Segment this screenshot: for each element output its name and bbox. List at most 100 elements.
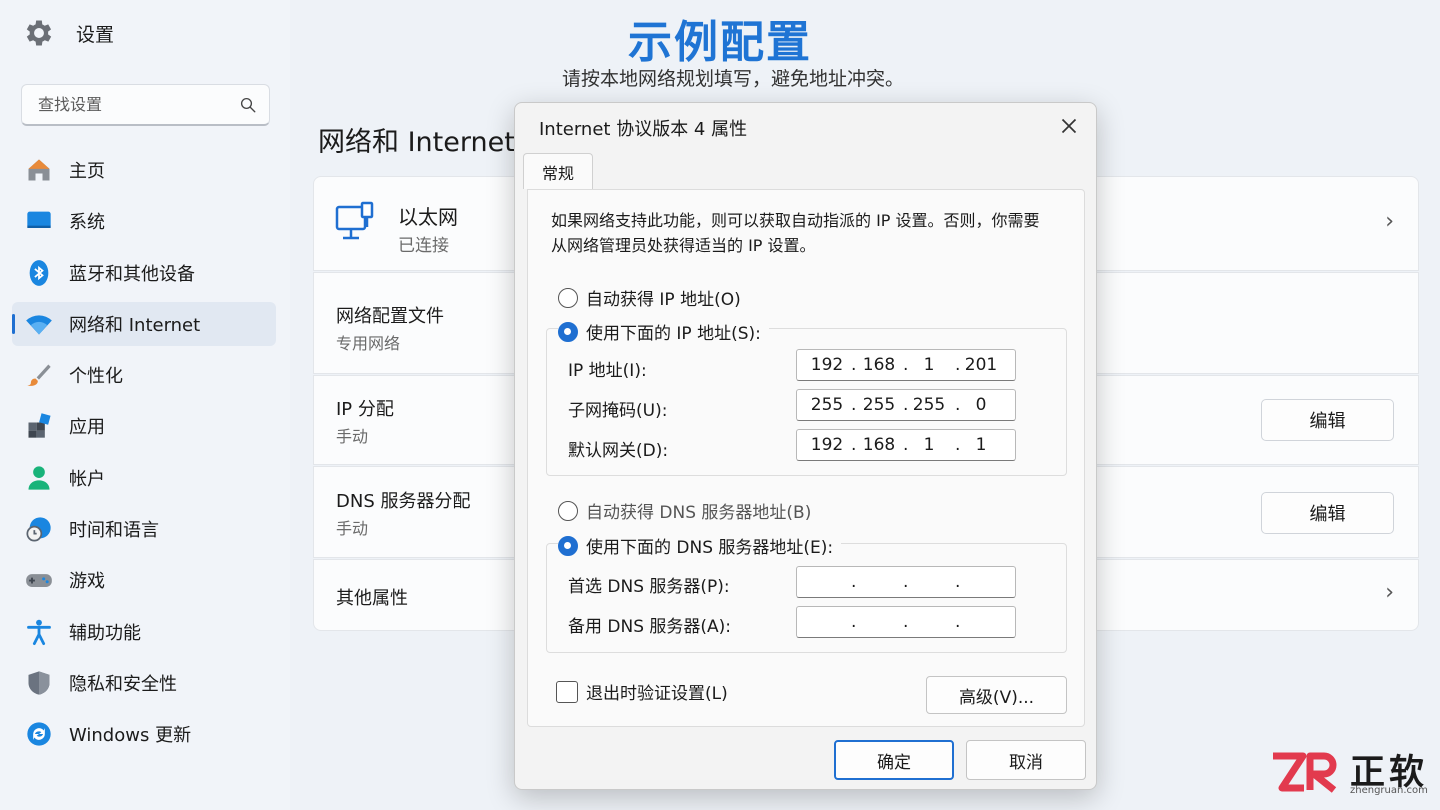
sidebar-item-windows-update[interactable]: Windows 更新: [12, 712, 276, 756]
edit-ip-button[interactable]: 编辑: [1261, 399, 1394, 441]
advanced-button[interactable]: 高级(V)...: [926, 676, 1067, 714]
ethernet-icon: [335, 201, 374, 240]
radio-dns-manual[interactable]: 使用下面的 DNS 服务器地址(E):: [558, 533, 842, 558]
page-title: 网络和 Internet: [318, 127, 515, 158]
sidebar-item-label: 主页: [69, 161, 105, 182]
wifi-icon: [24, 309, 54, 339]
octet: 255: [912, 395, 946, 415]
close-icon[interactable]: [1056, 113, 1082, 139]
preferred-dns-label: 首选 DNS 服务器(P):: [568, 577, 730, 597]
radio-label: 自动获得 IP 地址(O): [586, 290, 741, 310]
sidebar-item-gaming[interactable]: 游戏: [12, 558, 276, 602]
sidebar-item-accounts[interactable]: 帐户: [12, 456, 276, 500]
row-sub: 手动: [336, 427, 369, 446]
preferred-dns-input[interactable]: . . .: [796, 566, 1016, 598]
radio-ip-manual[interactable]: 使用下面的 IP 地址(S):: [558, 319, 769, 344]
nav-list: 主页 系统 蓝牙和其他设备 网络和 Internet 个性化 应用 帐户 时间和…: [12, 148, 276, 764]
general-panel: 如果网络支持此功能，则可以获取自动指派的 IP 设置。否则，你需要从网络管理员处…: [527, 189, 1085, 727]
octet: 1: [975, 435, 987, 455]
sidebar-item-label: Windows 更新: [69, 725, 192, 747]
ethernet-title: 以太网: [398, 205, 458, 229]
sidebar-item-label: 系统: [69, 212, 105, 234]
sidebar-item-accessibility[interactable]: 辅助功能: [12, 610, 276, 654]
accessibility-icon: [24, 617, 54, 647]
search-icon[interactable]: [239, 96, 257, 114]
banner-subtitle: 请按本地网络规划填写，避免地址冲突。: [561, 68, 904, 90]
radio-dns-manual-button[interactable]: [558, 535, 578, 556]
edit-dns-button[interactable]: 编辑: [1261, 492, 1394, 534]
radio-dns-auto-button[interactable]: [558, 500, 578, 521]
gateway-input[interactable]: 192 . 168 . 1 . 1: [796, 429, 1016, 461]
radio-ip-auto-button[interactable]: [558, 287, 578, 308]
radio-dns-auto[interactable]: 自动获得 DNS 服务器地址(B): [558, 498, 811, 523]
brush-icon: [24, 360, 54, 390]
octet: 1: [923, 355, 935, 375]
validate-checkbox[interactable]: [556, 680, 578, 703]
octet: 192: [810, 435, 844, 455]
alternate-dns-label: 备用 DNS 服务器(A):: [568, 617, 732, 637]
watermark-url: zhengruan.com: [1350, 785, 1428, 796]
validate-on-exit[interactable]: 退出时验证设置(L): [556, 679, 728, 704]
globe-clock-icon: [24, 514, 54, 544]
sidebar-item-label: 网络和 Internet: [69, 314, 201, 336]
display-icon: [24, 206, 54, 236]
sidebar-item-home[interactable]: 主页: [12, 148, 276, 192]
dialog-description: 如果网络支持此功能，则可以获取自动指派的 IP 设置。否则，你需要从网络管理员处…: [551, 211, 1040, 255]
gateway-label: 默认网关(D):: [568, 441, 669, 461]
octet: 192: [810, 355, 844, 375]
row-title: 网络配置文件: [336, 306, 444, 327]
row-title: DNS 服务器分配: [336, 491, 471, 512]
alternate-dns-input[interactable]: . . .: [796, 606, 1016, 638]
octet: 255: [810, 395, 844, 415]
subnet-mask-input[interactable]: 255 . 255 . 255 . 0: [796, 389, 1016, 421]
sidebar-item-privacy[interactable]: 隐私和安全性: [12, 661, 276, 705]
sidebar-item-label: 辅助功能: [69, 622, 141, 644]
checkbox-label: 退出时验证设置(L): [586, 684, 728, 704]
row-sub: 手动: [336, 519, 369, 538]
banner-title: 示例配置: [628, 17, 812, 68]
octet: 201: [964, 355, 998, 375]
watermark-logo: 正软 zhengruan.com: [1270, 744, 1434, 800]
sidebar-item-label: 蓝牙和其他设备: [69, 263, 195, 285]
gamepad-icon: [24, 565, 54, 595]
sidebar-item-label: 应用: [69, 417, 105, 439]
octet: 168: [862, 435, 896, 455]
sidebar-item-label: 隐私和安全性: [69, 673, 177, 695]
radio-ip-auto[interactable]: 自动获得 IP 地址(O): [558, 285, 741, 310]
sidebar-item-bluetooth[interactable]: 蓝牙和其他设备: [12, 251, 276, 295]
dialog-title: Internet 协议版本 4 属性: [539, 119, 748, 140]
sidebar-item-time-language[interactable]: 时间和语言: [12, 507, 276, 551]
sidebar-item-network[interactable]: 网络和 Internet: [12, 301, 276, 346]
search-input[interactable]: [38, 95, 239, 114]
octet: 168: [862, 355, 896, 375]
octet: 0: [975, 395, 987, 415]
account-icon: [24, 463, 54, 493]
radio-label: 自动获得 DNS 服务器地址(B): [586, 503, 812, 523]
ok-button[interactable]: 确定: [834, 740, 954, 780]
ip-address-label: IP 地址(I):: [568, 361, 647, 381]
sidebar-item-system[interactable]: 系统: [12, 199, 276, 243]
subnet-mask-label: 子网掩码(U):: [568, 401, 668, 421]
radio-label: 使用下面的 DNS 服务器地址(E):: [586, 538, 834, 558]
apps-icon: [24, 411, 54, 441]
sidebar-item-label: 游戏: [69, 571, 105, 593]
update-icon: [24, 719, 54, 749]
chevron-right-icon[interactable]: ›: [1385, 209, 1394, 234]
row-sub: 专用网络: [336, 334, 401, 353]
ethernet-status: 已连接: [398, 236, 449, 256]
sidebar-item-apps[interactable]: 应用: [12, 404, 276, 448]
chevron-right-icon[interactable]: ›: [1385, 580, 1394, 605]
bluetooth-icon: [24, 258, 54, 288]
sidebar-item-label: 帐户: [69, 468, 105, 490]
sidebar-item-personalization[interactable]: 个性化: [12, 353, 276, 397]
sidebar: 设置 主页 系统 蓝牙和其他设备: [0, 0, 290, 810]
shield-icon: [24, 668, 54, 698]
ip-address-input[interactable]: 192 . 168 . 1 . 201: [796, 349, 1016, 381]
zr-logo-icon: [1273, 752, 1337, 793]
sidebar-item-label: 时间和语言: [69, 520, 159, 542]
radio-ip-manual-button[interactable]: [558, 321, 578, 342]
row-title: 其他属性: [336, 588, 408, 609]
sidebar-item-label: 个性化: [69, 366, 123, 388]
cancel-button[interactable]: 取消: [966, 740, 1086, 780]
tab-general[interactable]: 常规: [523, 153, 593, 189]
